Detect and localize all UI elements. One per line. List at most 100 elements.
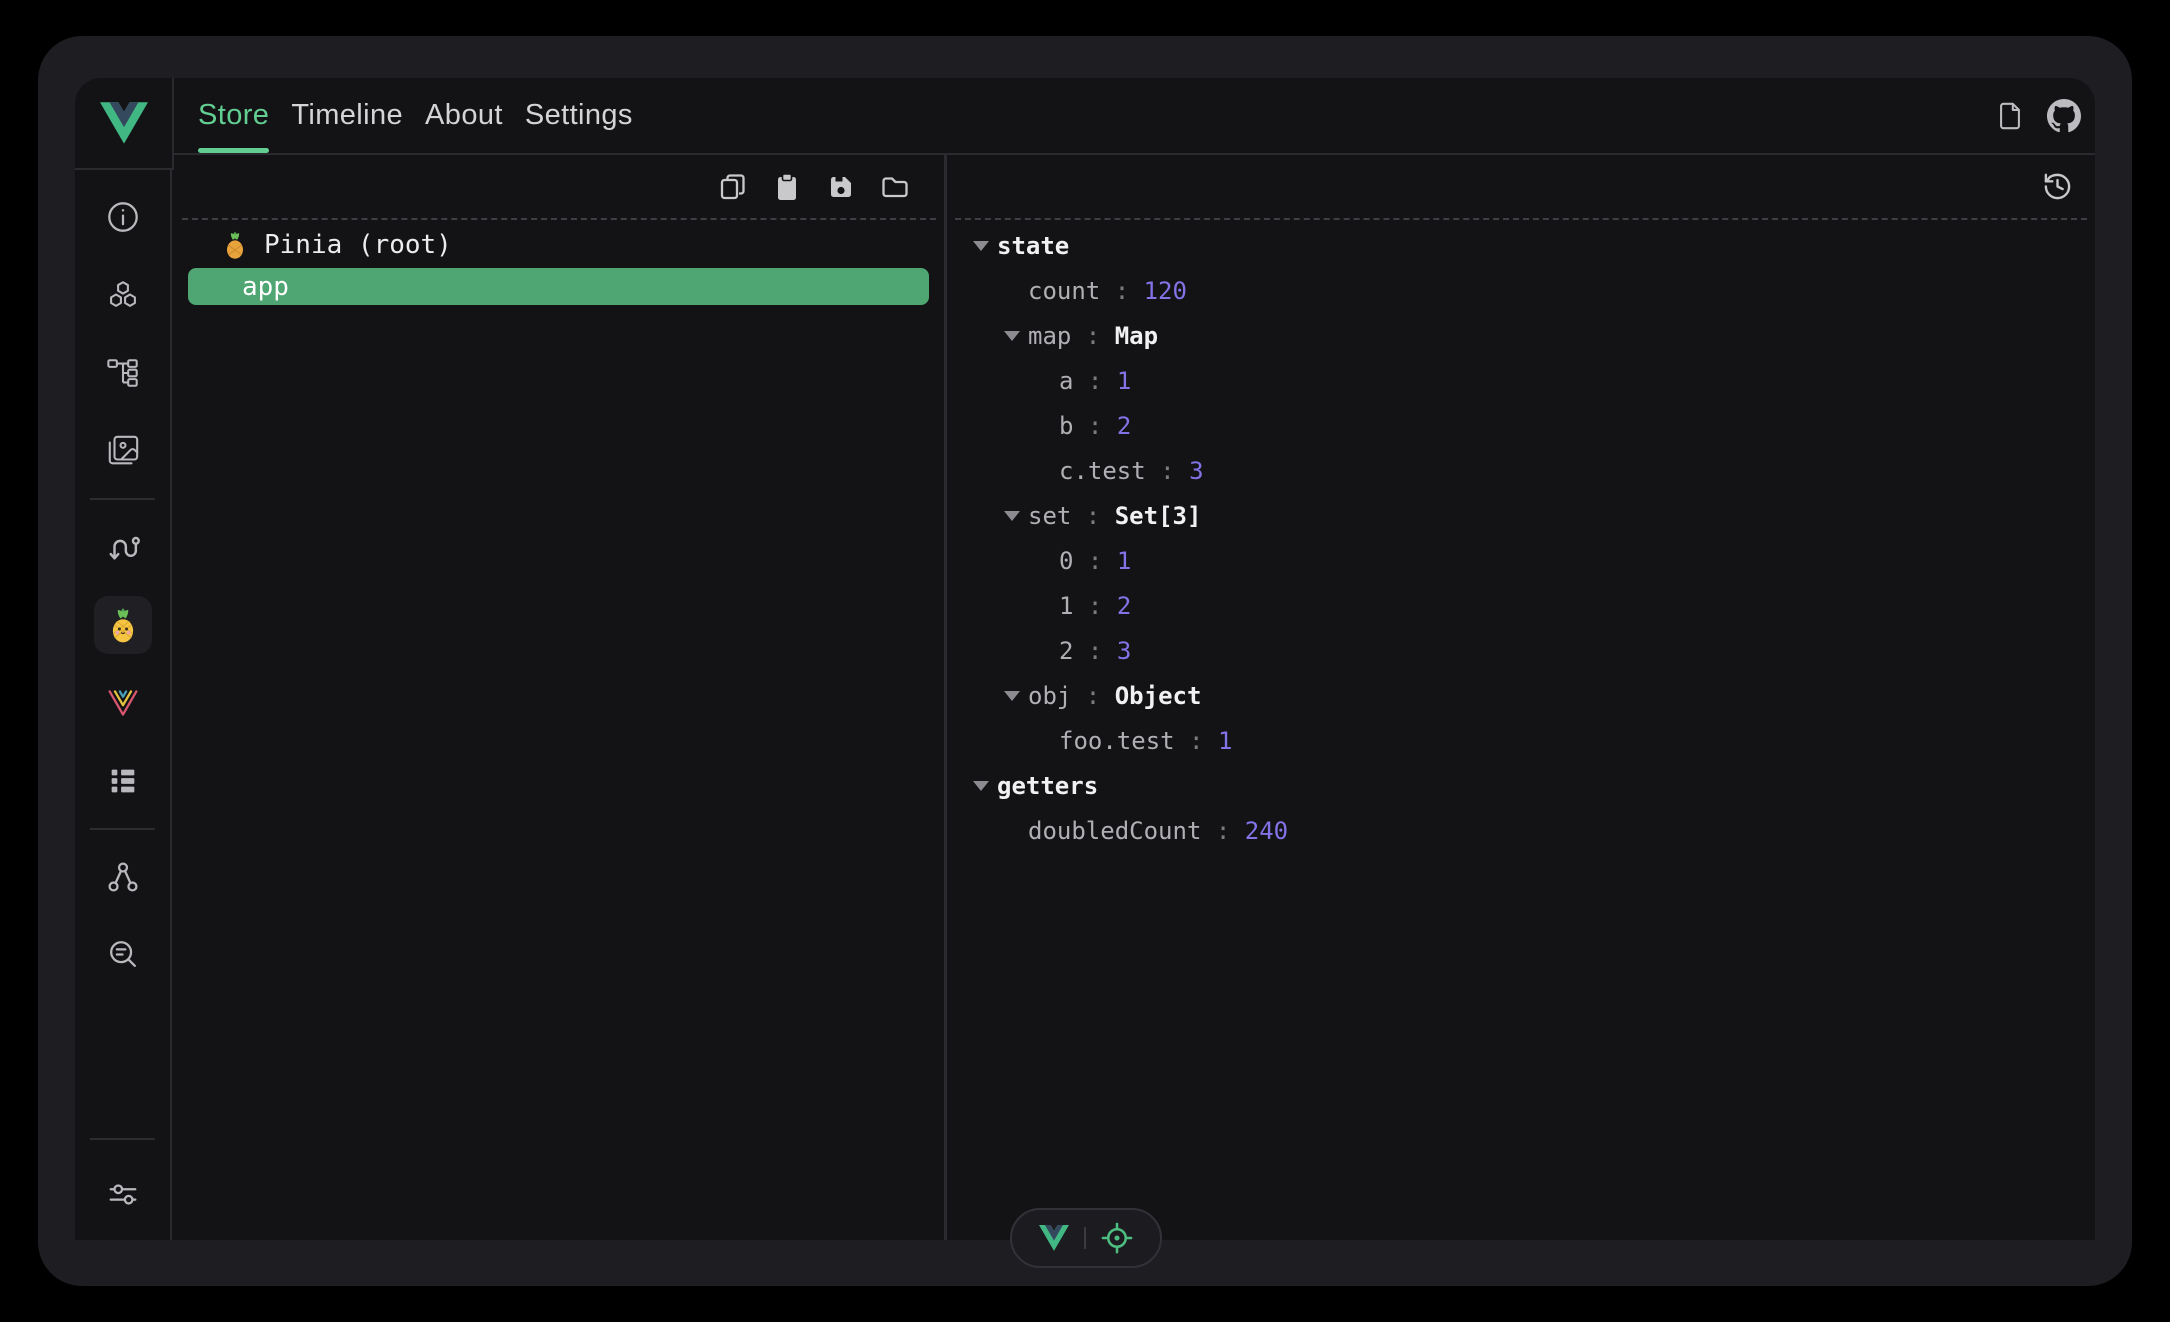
sidebar-item-settings[interactable] xyxy=(75,1148,170,1240)
tree-value: 120 xyxy=(1144,277,1187,305)
tree-row[interactable]: a : 1 xyxy=(947,358,2095,403)
caret-down-icon xyxy=(1035,466,1059,476)
colon-separator: : xyxy=(1073,547,1116,575)
page-tree-icon xyxy=(94,344,152,402)
info-icon xyxy=(94,188,152,246)
sidebar-item-inspect[interactable] xyxy=(75,916,170,994)
colon-separator: : xyxy=(1175,727,1218,755)
colon-separator: : xyxy=(1201,817,1244,845)
assets-icon xyxy=(94,422,152,480)
sidebar-item-pinia[interactable] xyxy=(75,586,170,664)
tree-type: Map xyxy=(1115,322,1158,350)
colon-separator: : xyxy=(1100,277,1143,305)
save-icon[interactable] xyxy=(826,172,856,202)
colon-separator: : xyxy=(1073,367,1116,395)
pinia-pineapple-icon xyxy=(94,596,152,654)
colon-separator: : xyxy=(1146,457,1189,485)
colon-separator: : xyxy=(1071,322,1114,350)
tree-row[interactable]: count : 120 xyxy=(947,268,2095,313)
colon-separator: : xyxy=(1071,682,1114,710)
tree-row[interactable]: b : 2 xyxy=(947,403,2095,448)
store-toolbar xyxy=(182,155,936,220)
caret-down-icon[interactable] xyxy=(973,241,997,251)
sidebar-item-vue-plugin[interactable] xyxy=(75,664,170,742)
tree-key: set xyxy=(1028,502,1071,530)
sidebar-spacer xyxy=(75,994,170,1130)
caret-down-icon xyxy=(1004,826,1028,836)
sidebar-item-components[interactable] xyxy=(75,256,170,334)
tree-value: 2 xyxy=(1117,412,1131,440)
tree-key: b xyxy=(1059,412,1073,440)
tree-row[interactable]: 0 : 1 xyxy=(947,538,2095,583)
vue-devtools-app: Store Timeline About Settings xyxy=(75,78,2095,1240)
caret-down-icon[interactable] xyxy=(1004,511,1028,521)
tree-row[interactable]: getters xyxy=(947,763,2095,808)
tree-key: c.test xyxy=(1059,457,1146,485)
colon-separator: : xyxy=(1073,637,1116,665)
tree-row[interactable]: 1 : 2 xyxy=(947,583,2095,628)
caret-down-icon[interactable] xyxy=(973,781,997,791)
tree-key: 1 xyxy=(1059,592,1073,620)
tree-row[interactable]: 2 : 3 xyxy=(947,628,2095,673)
tree-row[interactable]: map : Map xyxy=(947,313,2095,358)
list-icon xyxy=(94,752,152,810)
tree-key: obj xyxy=(1028,682,1071,710)
vue-logo-cell xyxy=(75,78,174,170)
tree-value: 1 xyxy=(1218,727,1232,755)
sidebar-item-router[interactable] xyxy=(75,508,170,586)
inspect-icon xyxy=(94,926,152,984)
document-icon[interactable] xyxy=(1995,100,2025,132)
tree-value: 3 xyxy=(1117,637,1131,665)
tree-key: a xyxy=(1059,367,1073,395)
tree-row[interactable]: set : Set[3] xyxy=(947,493,2095,538)
store-root-row[interactable]: Pinia (root) xyxy=(174,226,944,264)
target-icon[interactable] xyxy=(1101,1222,1133,1254)
tree-value: 2 xyxy=(1117,592,1131,620)
tree-row[interactable]: obj : Object xyxy=(947,673,2095,718)
sidebar-item-pages[interactable] xyxy=(75,334,170,412)
tree-row[interactable]: doubledCount : 240 xyxy=(947,808,2095,853)
tab-timeline[interactable]: Timeline xyxy=(280,78,414,153)
sidebar-item-graph[interactable] xyxy=(75,838,170,916)
vue-plugin-icon xyxy=(94,674,152,732)
colon-separator: : xyxy=(1073,412,1116,440)
caret-down-icon xyxy=(1035,736,1059,746)
tree-key: getters xyxy=(997,772,1098,800)
tab-bar: Store Timeline About Settings xyxy=(174,78,2095,155)
paste-icon[interactable] xyxy=(772,172,802,202)
vue-logo-icon xyxy=(100,102,148,144)
tab-settings[interactable]: Settings xyxy=(514,78,644,153)
sidebar-divider xyxy=(90,498,155,500)
tree-value: 1 xyxy=(1117,547,1131,575)
window-frame: Store Timeline About Settings xyxy=(38,36,2132,1286)
tab-store[interactable]: Store xyxy=(187,78,280,153)
tree-key: state xyxy=(997,232,1069,260)
graph-icon xyxy=(94,848,152,906)
caret-down-icon[interactable] xyxy=(1004,691,1028,701)
tree-value: 1 xyxy=(1117,367,1131,395)
tree-row[interactable]: c.test : 3 xyxy=(947,448,2095,493)
sidebar-item-overview[interactable] xyxy=(75,178,170,256)
sidebar-item-assets[interactable] xyxy=(75,412,170,490)
copy-icon[interactable] xyxy=(718,172,748,202)
header-actions xyxy=(1995,99,2095,133)
github-icon[interactable] xyxy=(2047,99,2081,133)
settings-sliders-icon xyxy=(94,1165,152,1223)
open-folder-icon[interactable] xyxy=(880,172,910,202)
store-app-row[interactable]: app xyxy=(188,268,929,305)
tab-about[interactable]: About xyxy=(414,78,514,153)
tree-row[interactable]: state xyxy=(947,223,2095,268)
tree-value: 240 xyxy=(1245,817,1288,845)
tree-type: Set[3] xyxy=(1115,502,1202,530)
history-icon[interactable] xyxy=(2042,171,2073,202)
sidebar xyxy=(75,170,172,1240)
tree-key: 2 xyxy=(1059,637,1073,665)
caret-down-icon xyxy=(1035,556,1059,566)
store-tree: Pinia (root) app xyxy=(174,220,944,305)
vue-logo[interactable] xyxy=(1039,1225,1069,1251)
caret-down-icon[interactable] xyxy=(1004,331,1028,341)
caret-down-icon xyxy=(1004,286,1028,296)
colon-separator: : xyxy=(1073,592,1116,620)
tree-row[interactable]: foo.test : 1 xyxy=(947,718,2095,763)
sidebar-item-list[interactable] xyxy=(75,742,170,820)
